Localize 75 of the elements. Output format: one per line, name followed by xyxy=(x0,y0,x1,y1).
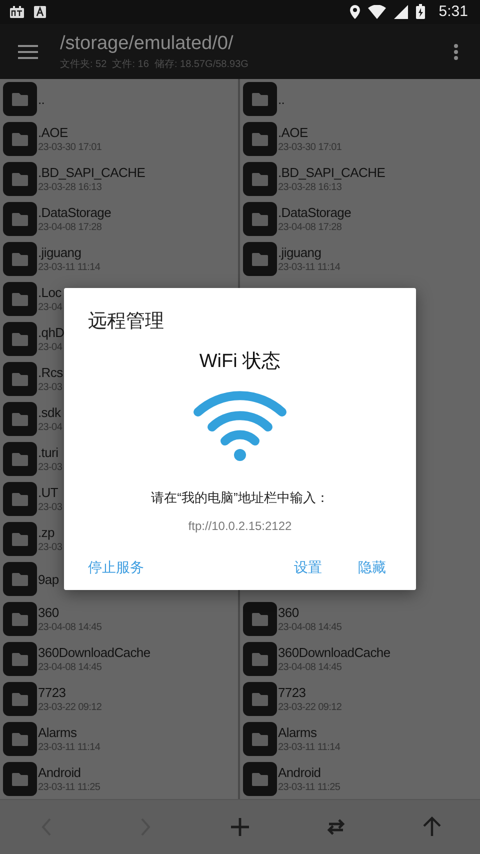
ftp-address: ftp://10.0.2.15:2122 xyxy=(188,519,292,533)
instruction-text: 请在“我的电脑”地址栏中输入： xyxy=(151,489,329,507)
file-name[interactable]: Alarms xyxy=(278,725,340,740)
notification-icon xyxy=(34,6,46,18)
menu-icon[interactable] xyxy=(18,44,38,59)
file-name[interactable]: .turi xyxy=(38,445,62,460)
file-name[interactable]: Android xyxy=(38,765,100,780)
folder-icon[interactable] xyxy=(243,762,277,796)
folder-icon[interactable] xyxy=(3,442,37,476)
file-name[interactable]: 7723 xyxy=(38,685,102,700)
folder-icon[interactable] xyxy=(243,682,277,716)
path-title: /storage/emulated/0/ xyxy=(60,32,234,55)
file-name[interactable]: .zp xyxy=(38,525,62,540)
folder-icon[interactable] xyxy=(3,82,37,116)
file-name[interactable]: Alarms xyxy=(38,725,100,740)
dialog-button[interactable]: 停止服务 xyxy=(88,555,144,581)
file-name[interactable]: .BD_SAPI_CACHE xyxy=(278,165,386,180)
folder-icon[interactable] xyxy=(3,562,37,596)
folder-icon[interactable] xyxy=(3,402,37,436)
file-name[interactable]: .jiguang xyxy=(38,245,100,260)
file-name[interactable]: 360DownloadCache xyxy=(38,645,150,660)
wifi-status-heading: WiFi 状态 xyxy=(199,350,281,374)
storage-summary: 文件夹: 52 文件: 16 储存: 18.57G/58.93G xyxy=(60,58,250,71)
wifi-icon xyxy=(192,390,288,462)
file-name[interactable]: .. xyxy=(278,92,285,107)
file-name[interactable]: .Rcs xyxy=(38,365,63,380)
folder-icon[interactable] xyxy=(243,602,277,636)
file-name[interactable]: .. xyxy=(38,92,45,107)
dialog-title: 远程管理 xyxy=(88,310,164,334)
file-name[interactable]: .qhD xyxy=(38,325,64,340)
folder-icon[interactable] xyxy=(3,762,37,796)
file-name[interactable]: .DataStorage xyxy=(278,205,352,220)
folder-icon[interactable] xyxy=(3,362,37,396)
signal-icon xyxy=(394,4,408,19)
file-name[interactable]: .DataStorage xyxy=(38,205,112,220)
folder-icon[interactable] xyxy=(3,242,37,276)
folder-icon[interactable] xyxy=(3,522,37,556)
folder-icon[interactable] xyxy=(243,642,277,676)
dialog-button[interactable]: 设置 xyxy=(288,555,328,581)
file-name[interactable]: .Loc xyxy=(38,285,62,300)
folder-icon[interactable] xyxy=(3,602,37,636)
file-name[interactable]: 360 xyxy=(38,605,102,620)
folder-icon[interactable] xyxy=(243,82,277,116)
file-name[interactable]: 360DownloadCache xyxy=(278,645,390,660)
folder-icon[interactable] xyxy=(3,162,37,196)
status-time: 5:31 xyxy=(438,3,468,20)
file-name[interactable]: 9ap xyxy=(38,572,59,587)
folder-icon[interactable] xyxy=(3,202,37,236)
file-name[interactable]: .BD_SAPI_CACHE xyxy=(38,165,146,180)
file-name[interactable]: 360 xyxy=(278,605,342,620)
folder-icon[interactable] xyxy=(3,322,37,356)
wifi-icon xyxy=(368,4,386,19)
folder-icon[interactable] xyxy=(3,722,37,756)
folder-icon[interactable] xyxy=(3,482,37,516)
file-name[interactable]: .sdk xyxy=(38,405,62,420)
folder-icon[interactable] xyxy=(243,242,277,276)
folder-icon[interactable] xyxy=(3,682,37,716)
file-name[interactable]: .AOE xyxy=(278,125,342,140)
folder-icon[interactable] xyxy=(243,202,277,236)
folder-icon[interactable] xyxy=(3,642,37,676)
more-icon[interactable] xyxy=(454,44,458,60)
folder-icon[interactable] xyxy=(243,722,277,756)
dialog-button[interactable]: 隐藏 xyxy=(352,555,392,581)
battery-icon xyxy=(416,4,425,20)
file-name[interactable]: 7723 xyxy=(278,685,342,700)
folder-icon[interactable] xyxy=(243,122,277,156)
folder-icon[interactable] xyxy=(243,162,277,196)
file-name[interactable]: Android xyxy=(278,765,340,780)
file-name[interactable]: .AOE xyxy=(38,125,102,140)
folder-icon[interactable] xyxy=(3,122,37,156)
file-name[interactable]: .UT xyxy=(38,485,62,500)
notification-icon xyxy=(10,6,24,18)
folder-icon[interactable] xyxy=(3,282,37,316)
location-icon xyxy=(350,4,360,19)
file-name[interactable]: .jiguang xyxy=(278,245,340,260)
